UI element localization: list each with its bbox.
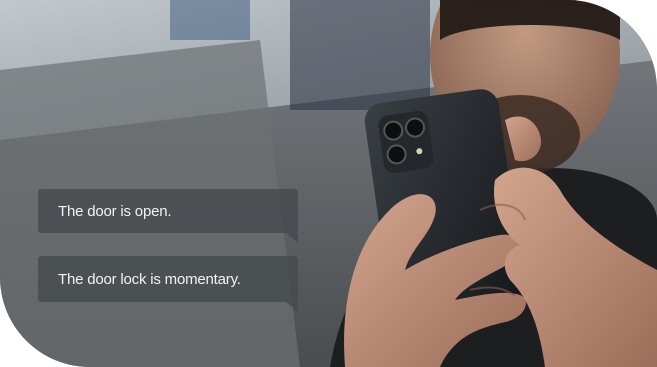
message-bubble-door-open: The door is open. [38, 189, 298, 243]
message-text: The door lock is momentary. [58, 270, 241, 288]
hero-photo: The door is open. The door lock is momen… [0, 0, 657, 367]
message-text: The door is open. [58, 202, 172, 220]
message-bubble-door-lock: The door lock is momentary. [38, 256, 298, 312]
person-with-phone-photo [0, 0, 657, 367]
